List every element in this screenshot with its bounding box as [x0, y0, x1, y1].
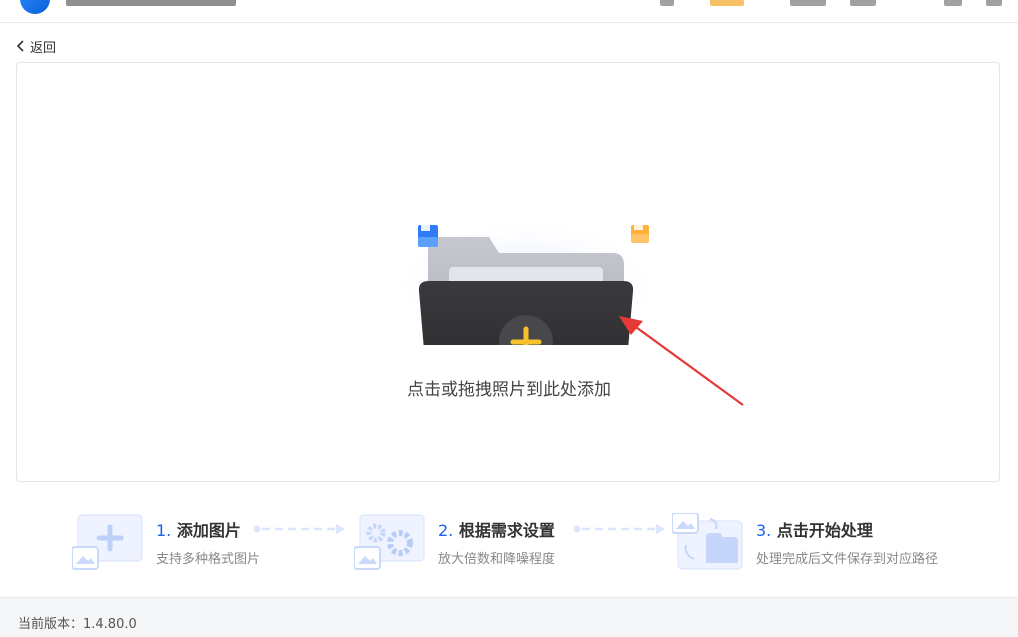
menu-item[interactable]	[790, 0, 826, 6]
step-2: 2. 根据需求设置 放大倍数和降噪程度	[353, 505, 665, 575]
process-folder-icon	[671, 512, 744, 571]
blue-file-icon	[418, 225, 438, 247]
step-connector-icon	[573, 524, 665, 534]
step-1-desc: 支持多种格式图片	[156, 552, 261, 567]
settings-gears-icon	[353, 513, 426, 571]
title-bar	[0, 0, 1018, 23]
drop-hint: 点击或拖拽照片到此处添加	[407, 380, 611, 400]
pointer-arrow-icon	[619, 316, 744, 406]
step-1-title: 1. 添加图片	[156, 521, 241, 540]
minimize-button[interactable]	[944, 0, 962, 6]
status-bar: 当前版本：1.4.80.0	[0, 597, 1018, 637]
version-label: 当前版本：1.4.80.0	[18, 617, 137, 632]
step-connector-icon	[253, 524, 345, 534]
drop-zone[interactable]: 点击或拖拽照片到此处添加	[16, 62, 1000, 482]
orange-file-icon	[631, 225, 649, 243]
close-button[interactable]	[986, 0, 1002, 6]
title-bar-controls	[66, 0, 236, 6]
menu-item[interactable]	[850, 0, 876, 6]
app-logo	[20, 0, 50, 14]
back-button[interactable]: 返回	[16, 37, 57, 56]
step-3: 3. 点击开始处理 处理完成后文件保存到对应路径	[671, 505, 992, 575]
steps-guide: 1. 添加图片 支持多种格式图片 2. 根据需求设置 放大倍数和降噪程度 3. …	[0, 505, 1018, 585]
step-2-desc: 放大倍数和降噪程度	[438, 552, 556, 567]
step-3-desc: 处理完成后文件保存到对应路径	[756, 552, 939, 567]
toolbar-icon[interactable]	[660, 0, 674, 6]
step-3-title: 3. 点击开始处理	[756, 521, 873, 540]
step-2-title: 2. 根据需求设置	[438, 521, 555, 540]
back-label: 返回	[30, 40, 57, 56]
vip-badge[interactable]	[710, 0, 744, 6]
add-image-icon	[71, 513, 144, 571]
chevron-left-icon	[16, 40, 24, 52]
step-1: 1. 添加图片 支持多种格式图片	[71, 505, 345, 575]
